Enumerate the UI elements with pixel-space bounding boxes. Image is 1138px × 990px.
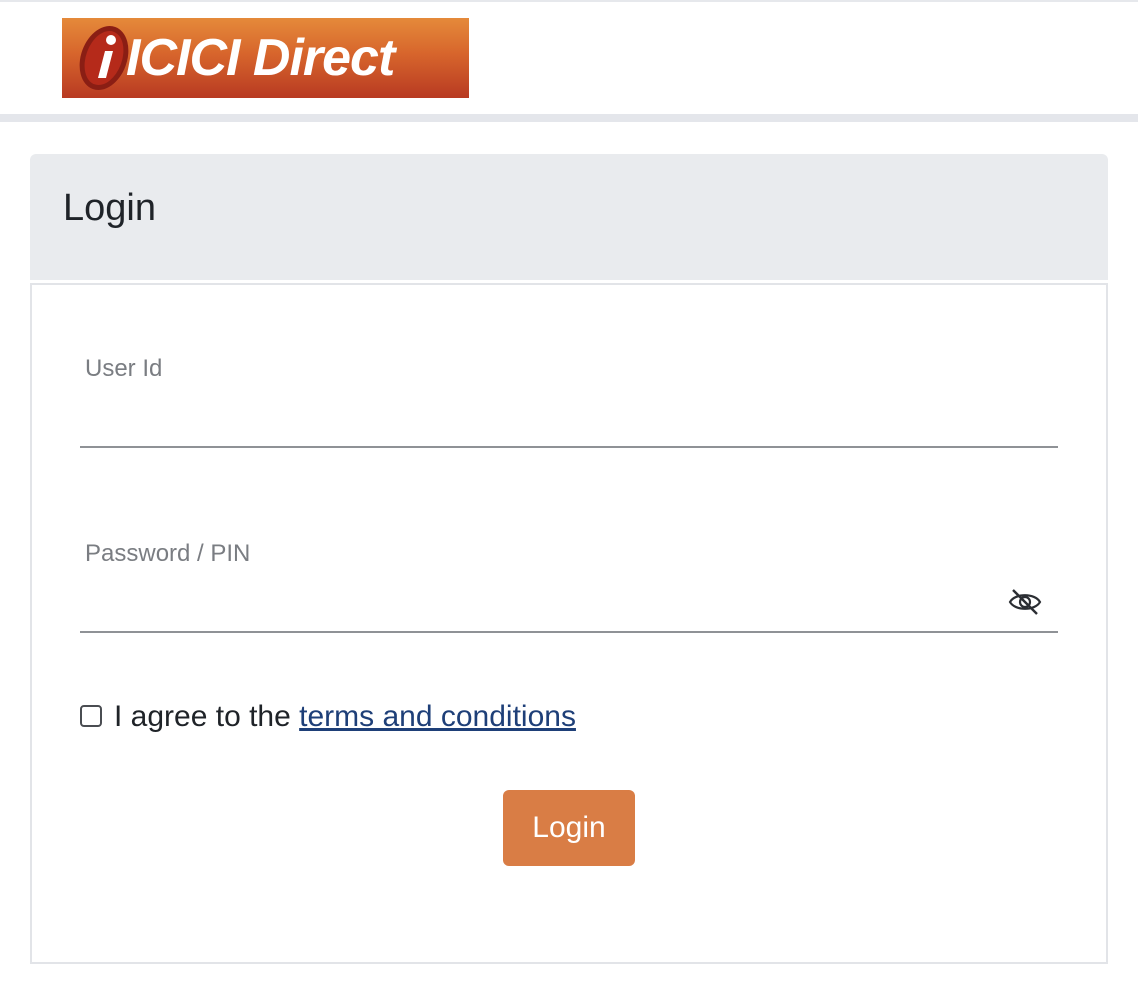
eye-slash-icon[interactable] — [1007, 587, 1043, 617]
user-id-label: User Id — [85, 355, 163, 382]
password-underline — [80, 631, 1058, 633]
user-id-underline — [80, 446, 1058, 448]
logo-wordmark: ICICI Direct — [126, 29, 395, 87]
login-card-header: Login — [30, 154, 1108, 280]
user-id-input[interactable] — [85, 396, 1055, 440]
password-label: Password / PIN — [85, 540, 251, 567]
icici-direct-logo[interactable]: ICICI Direct — [62, 18, 469, 98]
terms-checkbox[interactable] — [80, 705, 102, 727]
terms-prefix-text: I agree to the — [114, 700, 300, 733]
header-divider — [0, 114, 1138, 122]
terms-agreement: I agree to the terms and conditions — [114, 700, 576, 734]
login-button[interactable]: Login — [503, 790, 635, 866]
site-header: ICICI Direct — [0, 2, 1138, 114]
terms-link[interactable]: terms and conditions — [299, 700, 576, 733]
password-input[interactable] — [85, 580, 995, 624]
page-title: Login — [63, 187, 156, 229]
